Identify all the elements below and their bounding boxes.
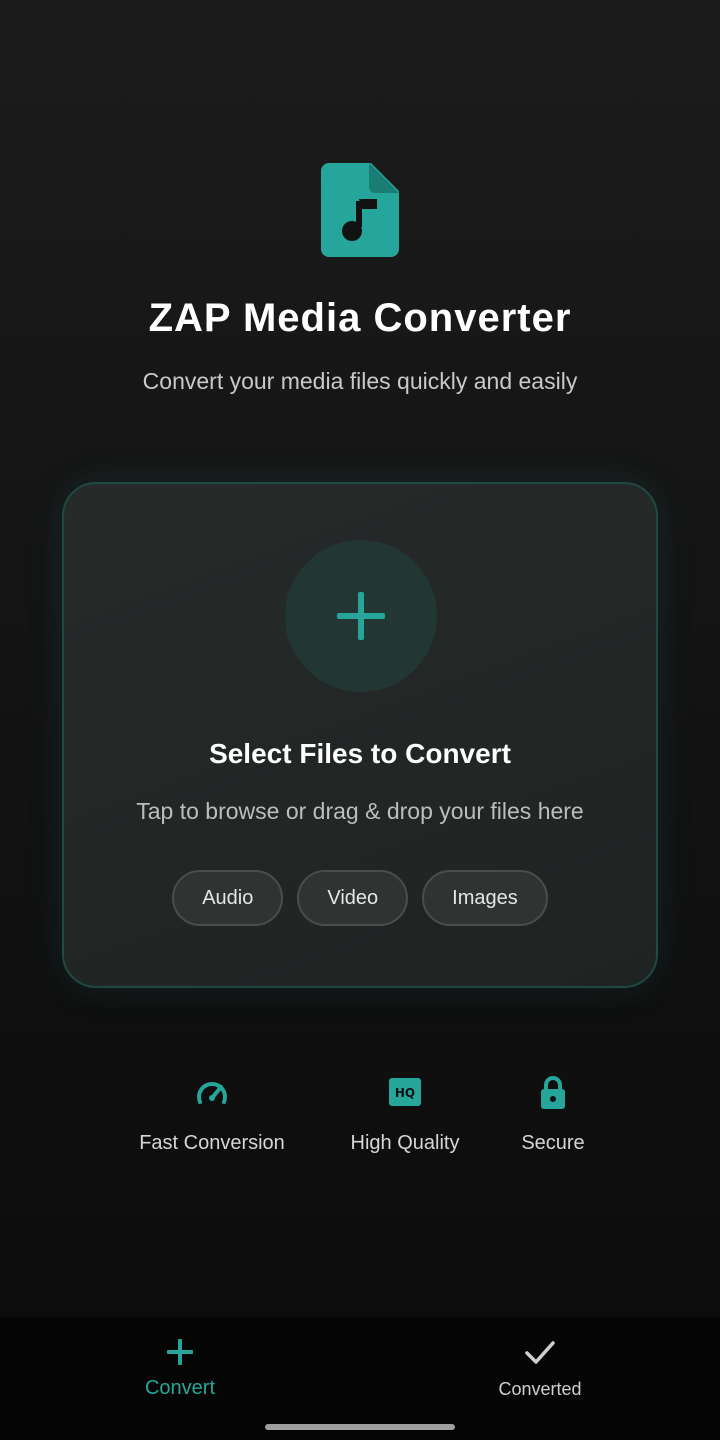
check-icon (523, 1335, 557, 1369)
drop-zone-title: Select Files to Convert (209, 738, 511, 769)
feature-label: Secure (521, 1132, 585, 1154)
add-files-button[interactable] (285, 540, 437, 692)
media-type-chips: Audio Video Images (64, 870, 656, 926)
lock-icon (535, 1074, 571, 1110)
feature-secure: Secure (512, 1074, 594, 1155)
plus-icon (163, 1335, 197, 1369)
drop-zone-description: Tap to browse or drag & drop your files … (136, 798, 584, 824)
feature-label: High Quality (350, 1132, 460, 1154)
app-subtitle: Convert your media files quickly and eas… (142, 368, 578, 394)
chip-audio[interactable]: Audio (172, 870, 284, 926)
audio-file-icon (321, 163, 399, 257)
hq-icon: HQ (387, 1074, 423, 1110)
plus-icon (337, 592, 385, 640)
nav-label: Converted (498, 1379, 582, 1399)
chip-images[interactable]: Images (422, 870, 548, 926)
nav-item-convert[interactable]: Convert (80, 1335, 280, 1400)
chip-video[interactable]: Video (297, 870, 409, 926)
home-indicator[interactable] (265, 1424, 455, 1430)
feature-fast-conversion: Fast Conversion (132, 1074, 292, 1155)
feature-label: Fast Conversion (139, 1132, 285, 1154)
file-drop-zone[interactable]: Select Files to Convert Tap to browse or… (62, 482, 658, 988)
bottom-navigation: Convert Converted (0, 1317, 720, 1440)
nav-label: Convert (144, 1377, 216, 1399)
svg-text:HQ: HQ (395, 1086, 415, 1100)
speedometer-icon (194, 1074, 230, 1110)
app-title: ZAP Media Converter (148, 296, 572, 340)
nav-item-converted[interactable]: Converted (440, 1335, 640, 1400)
feature-high-quality: HQ High Quality (344, 1074, 466, 1155)
